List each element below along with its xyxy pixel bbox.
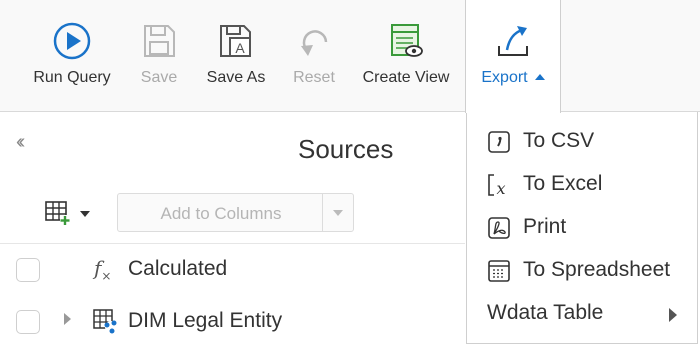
menu-item-label: To Excel [523,172,603,195]
reset-label: Reset [293,69,335,86]
menu-item-to-excel[interactable]: x To Excel [467,163,697,206]
undo-icon [301,30,328,56]
sources-title: Sources [298,134,394,164]
export-button[interactable]: Export [465,0,561,113]
csv-icon [488,131,510,153]
save-as-icon: A [220,25,251,57]
save-label: Save [140,69,178,86]
menu-item-label: To CSV [523,129,595,152]
list-item[interactable]: DIM Legal Entity [0,296,465,348]
export-label-text: Export [481,69,528,86]
chevron-right-icon [669,308,677,322]
play-circle-icon [53,22,91,60]
menu-item-print[interactable]: Print [467,206,697,249]
save-button[interactable]: Save [134,0,184,112]
add-to-columns-label: Add to Columns [160,204,282,223]
spreadsheet-icon [488,260,510,282]
list-item-label: Calculated [128,257,228,280]
svg-text:x: x [496,179,505,198]
menu-item-to-spreadsheet[interactable]: To Spreadsheet [467,249,697,292]
list-item-label: DIM Legal Entity [128,309,283,332]
menu-item-wdata-table[interactable]: Wdata Table [467,292,697,335]
export-menu: To CSV x To Excel Print To Spreadsheet W… [466,112,698,344]
export-icon [498,26,528,56]
add-to-columns-dropdown[interactable]: Add to Columns [117,193,354,232]
caret-up-icon [534,74,545,80]
expand-arrow-icon[interactable] [64,313,71,325]
chevron-down-icon[interactable] [322,194,353,231]
toolbar: Run Query Save A Save As Reset Create Vi… [0,0,700,113]
create-view-label: Create View [362,69,450,86]
floppy-disk-icon [144,25,175,57]
menu-item-to-csv[interactable]: To CSV [467,120,697,163]
print-icon [488,217,510,239]
export-label: Export [466,69,560,87]
menu-item-label: To Spreadsheet [523,258,671,281]
add-table-dropdown-icon[interactable] [44,198,96,228]
menu-item-label: Wdata Table [487,301,604,324]
reset-button[interactable]: Reset [288,0,340,112]
create-view-icon [391,24,423,57]
run-query-label: Run Query [33,69,111,86]
menu-item-label: Print [523,215,567,238]
list-item[interactable]: f× Calculated [0,244,465,296]
save-as-label: Save As [206,69,266,86]
create-view-button[interactable]: Create View [356,0,456,112]
run-query-button[interactable]: Run Query [22,0,122,112]
checkbox[interactable] [16,310,40,334]
save-as-button[interactable]: A Save As [198,0,274,112]
svg-text:A: A [235,40,245,56]
excel-icon: x [488,174,506,198]
function-icon: f× [94,256,112,283]
checkbox[interactable] [16,258,40,282]
double-chevron-left-icon[interactable]: ‹‹ [16,131,26,154]
dimension-table-icon [93,309,117,334]
